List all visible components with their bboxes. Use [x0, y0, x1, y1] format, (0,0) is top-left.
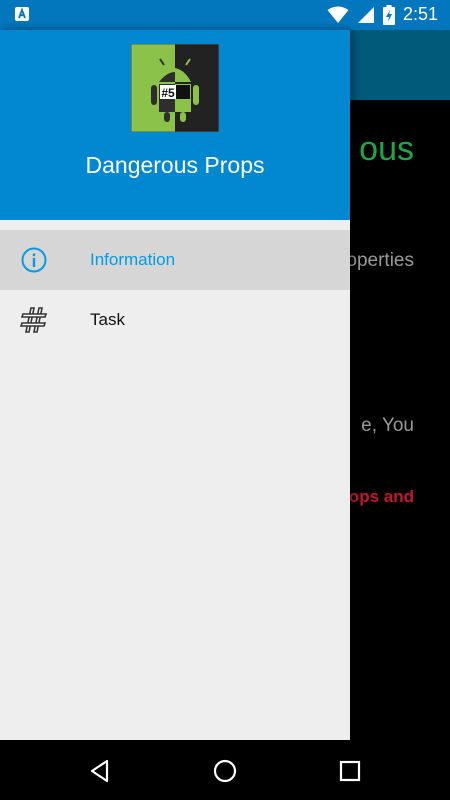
app-logo: #5 — [131, 44, 219, 132]
a-badge-icon — [15, 7, 29, 21]
drawer-menu: Information Task — [0, 230, 350, 350]
drawer-item-label: Task — [90, 310, 125, 329]
drawer-item-label: Information — [90, 250, 176, 269]
background-text-line: operties — [346, 250, 414, 271]
system-nav-bar — [0, 740, 450, 800]
status-bar: 2:51 — [0, 0, 450, 30]
drawer-header: #5 Dangerous Props — [0, 30, 350, 220]
navigation-drawer: #5 Dangerous Props Information Task — [0, 30, 350, 740]
battery-charging-icon — [382, 4, 395, 25]
clock: 2:51 — [402, 4, 438, 24]
wifi-icon — [327, 6, 349, 23]
cell-signal-icon — [357, 6, 374, 23]
background-text-line: e, You — [361, 415, 414, 436]
hash-icon — [20, 307, 48, 333]
info-icon — [21, 247, 47, 273]
recents-square-icon[interactable] — [335, 756, 365, 786]
drawer-item-information[interactable]: Information — [0, 230, 350, 290]
background-title: ous — [359, 130, 414, 168]
back-triangle-icon[interactable] — [85, 756, 115, 786]
background-warning-line: ops and — [348, 487, 414, 506]
home-circle-icon[interactable] — [210, 756, 240, 786]
drawer-item-task[interactable]: Task — [0, 290, 350, 350]
notification-area — [14, 6, 30, 27]
status-icons: 2:51 — [327, 4, 438, 25]
logo-badge-hash: #5 — [161, 86, 175, 100]
app-name: Dangerous Props — [85, 152, 265, 178]
